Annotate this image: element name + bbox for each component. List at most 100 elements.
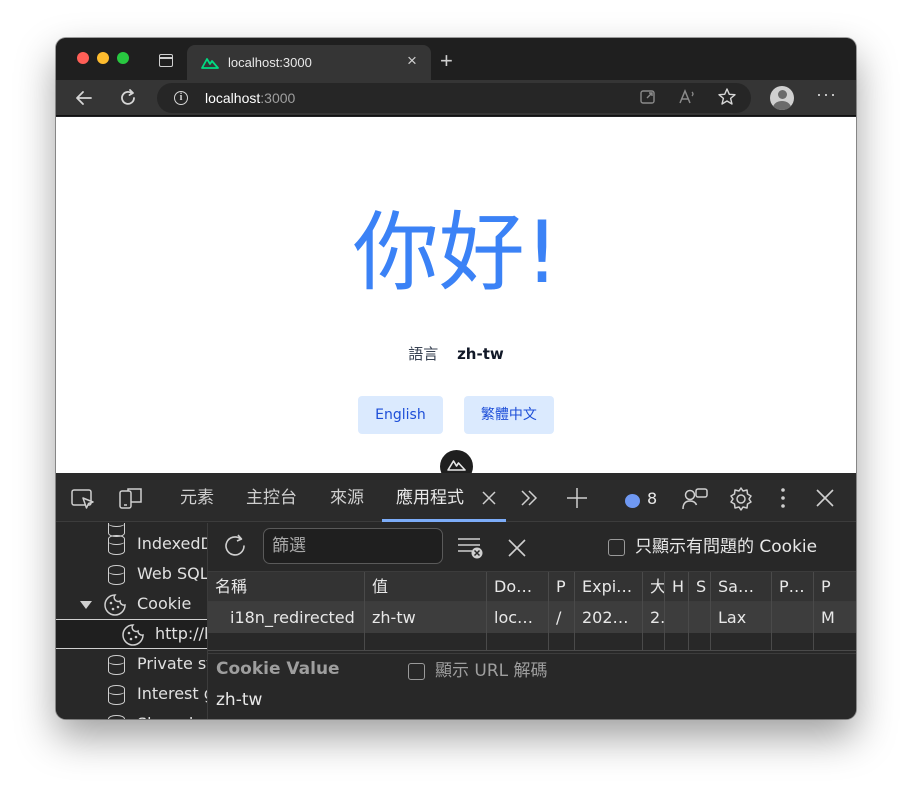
filter-input[interactable] [263,528,443,564]
database-icon [108,565,125,585]
database-icon [108,685,125,705]
tab-elements[interactable]: 元素 [180,487,214,509]
favorite-star-icon[interactable] [716,86,738,108]
page-viewport: 你好! 語言 zh-tw English 繁體中文 [56,117,856,483]
table-empty-row [208,633,856,651]
column-httponly[interactable]: H [665,572,689,603]
inspect-element-icon[interactable] [70,487,96,511]
tab-strip: localhost:3000 × + [56,38,856,80]
back-arrow-icon[interactable] [72,86,96,110]
language-buttons: English 繁體中文 [56,396,856,434]
sidebar-item-private-state[interactable]: Private state tokens [56,649,207,679]
cell-path[interactable]: / [549,602,575,633]
table-header: 名稱 值 Do… P Expi… 大 H S Sa… P… P [208,571,856,603]
database-icon [108,535,125,555]
tab-close-icon[interactable]: × [407,52,417,70]
only-issues-checkbox[interactable] [608,539,625,556]
cookie-icon [104,594,126,616]
cookie-icon [122,624,144,646]
only-issues-label: 只顯示有問題的 Cookie [635,537,818,557]
cell-name[interactable]: i18n_redirected [208,602,365,633]
clear-filtered-cookies-icon[interactable] [457,536,485,560]
more-options-icon[interactable]: ··· [816,84,837,105]
traditional-chinese-button[interactable]: 繁體中文 [463,396,554,434]
column-secure[interactable]: S [689,572,711,603]
tab-title: localhost:3000 [228,55,312,70]
more-tabs-chevron-icon[interactable] [519,489,539,507]
tab-console[interactable]: 主控台 [246,487,297,509]
cell-secure[interactable] [689,602,711,633]
column-partition-key[interactable]: P… [772,572,814,603]
cell-expires[interactable]: 202… [575,602,643,633]
address-bar[interactable]: i localhost:3000 [157,83,751,113]
feedback-people-icon[interactable] [681,486,709,512]
column-path[interactable]: P [549,572,575,603]
url-text: localhost:3000 [205,90,296,106]
refresh-icon[interactable] [116,86,140,110]
database-icon [108,715,125,719]
cell-partition-key[interactable] [772,602,814,633]
sidebar-item-cookie-origin[interactable]: http://localhost:3000 [56,619,207,649]
cookie-value-panel: Cookie Value 顯示 URL 解碼 zh-tw [208,653,856,719]
cell-httponly[interactable] [665,602,689,633]
delete-all-cookies-icon[interactable] [507,538,527,558]
sidebar-item-cookie[interactable]: Cookie [56,589,207,619]
column-name[interactable]: 名稱 [208,572,365,603]
tab-sources[interactable]: 來源 [330,487,364,509]
greeting-heading: 你好! [352,203,560,303]
language-value: zh-tw [457,345,504,363]
table-row[interactable]: i18n_redirected zh-tw loc… / 202… 2. Lax… [208,602,856,633]
devtools-tabbar: 元素 主控台 來源 應用程式 8 [56,473,856,522]
cell-size[interactable]: 2. [643,602,665,633]
cell-domain[interactable]: loc… [487,602,549,633]
sidebar-item-shared-storage[interactable]: Shared storage [56,709,207,719]
cell-priority[interactable]: M [814,602,856,633]
browser-tab[interactable]: localhost:3000 × [187,45,431,80]
column-value[interactable]: 值 [365,572,487,603]
close-window-button[interactable] [77,52,89,64]
column-size[interactable]: 大 [643,572,665,603]
customize-menu-icon[interactable] [780,487,786,509]
column-expires[interactable]: Expi… [575,572,643,603]
tab-actions-icon[interactable] [159,54,173,67]
open-in-app-icon[interactable] [638,87,658,107]
english-button[interactable]: English [358,396,443,434]
minimize-window-button[interactable] [97,52,109,64]
browser-toolbar: i localhost:3000 ··· [56,80,856,116]
column-domain[interactable]: Do… [487,572,549,603]
cookie-value-text[interactable]: zh-tw [216,690,262,710]
site-info-icon[interactable]: i [174,91,188,105]
decode-url-label: 顯示 URL 解碼 [435,661,548,681]
sidebar-item-indexeddb[interactable]: IndexedDB [56,529,207,559]
tab-application[interactable]: 應用程式 [396,487,464,509]
close-tab-icon[interactable] [481,490,497,506]
nuxt-logo-icon [447,460,466,471]
maximize-window-button[interactable] [117,52,129,64]
browser-window: localhost:3000 × + i localhost:3000 ··· … [56,38,856,719]
database-icon [108,655,125,675]
cell-value[interactable]: zh-tw [365,602,487,633]
issues-count[interactable]: 8 [647,489,657,508]
nuxt-favicon-icon [201,58,219,69]
decode-url-checkbox[interactable] [408,663,425,680]
sidebar-item-interest-groups[interactable]: Interest groups [56,679,207,709]
cookie-value-title: Cookie Value [216,659,340,679]
language-label: 語言 [408,345,439,363]
expand-arrow-icon[interactable] [80,601,92,609]
cell-samesite[interactable]: Lax [711,602,772,633]
sidebar-item-websql[interactable]: Web SQL [56,559,207,589]
close-devtools-icon[interactable] [816,489,834,507]
column-samesite[interactable]: Sa… [711,572,772,603]
refresh-icon[interactable] [222,533,248,559]
column-priority[interactable]: P [814,572,856,603]
language-row: 語言 zh-tw [56,343,856,364]
device-toolbar-icon[interactable] [118,487,144,511]
issues-message-icon[interactable] [625,494,640,508]
new-tab-button[interactable]: + [440,50,453,72]
read-aloud-icon[interactable] [677,87,697,107]
devtools-panel: 元素 主控台 來源 應用程式 8 Indexed Web SQL Cookie … [56,473,856,719]
cookie-toolbar: 只顯示有問題的 Cookie [208,523,856,571]
profile-avatar[interactable] [770,86,794,110]
add-tab-plus-icon[interactable] [566,487,588,509]
settings-gear-icon[interactable] [728,486,754,512]
